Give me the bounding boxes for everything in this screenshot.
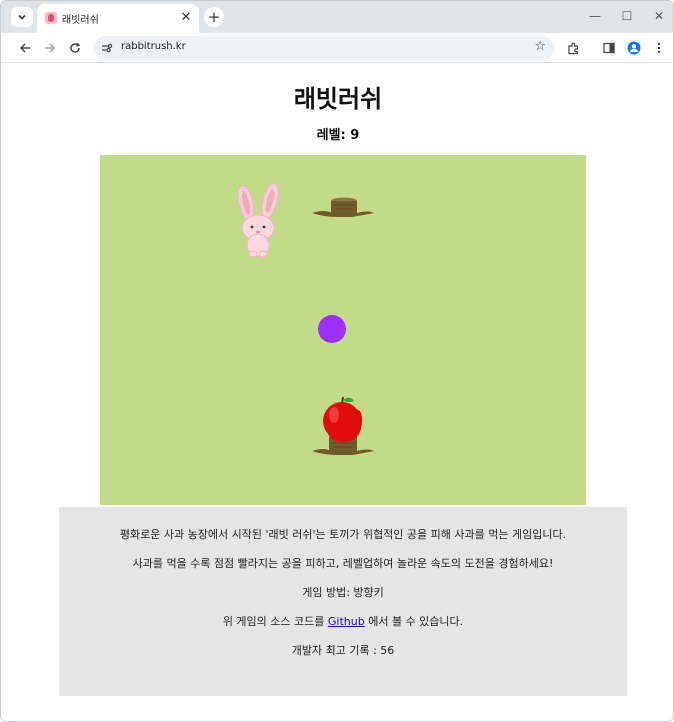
page-title: 래빗러쉬 (293, 85, 383, 113)
page-content: 래빗러쉬 레벨: 9 평화로운 사과 농장에서 시작된 '래빗 러쉬'는 토끼가… (1, 64, 673, 721)
browser-window: 래빗러쉬 ✕ + — ☐ ✕ rabbitrush.kr ☆ 래빗러쉬 레벨: … (0, 0, 674, 722)
info-description: 평화로운 사과 농장에서 시작된 '래빗 러쉬'는 토끼가 위협적인 공을 피해… (119, 528, 567, 541)
new-tab-button[interactable]: + (204, 7, 224, 27)
tree-stump-top (312, 197, 374, 217)
maximize-button[interactable]: ☐ (617, 7, 637, 25)
info-source-suffix: 에서 볼 수 있습니다. (364, 615, 464, 628)
menu-kebab-icon[interactable] (649, 38, 669, 58)
info-controls: 게임 방법: 방향키 (302, 586, 384, 599)
info-panel: 평화로운 사과 농장에서 시작된 '래빗 러쉬'는 토끼가 위협적인 공을 피해… (59, 507, 627, 696)
game-field[interactable] (100, 155, 586, 505)
back-arrow-icon (19, 43, 30, 53)
browser-tab[interactable]: 래빗러쉬 ✕ (37, 4, 199, 33)
github-link[interactable]: Github (328, 615, 365, 628)
forward-button[interactable] (40, 38, 60, 58)
tab-search-button[interactable] (11, 7, 33, 27)
info-source: 위 게임의 소스 코드를 Github 에서 볼 수 있습니다. (59, 613, 627, 629)
minimize-button[interactable]: — (585, 7, 605, 25)
site-settings-icon[interactable] (100, 41, 114, 55)
close-tab-icon[interactable]: ✕ (179, 10, 193, 25)
close-window-button[interactable]: ✕ (649, 7, 669, 25)
reload-button[interactable] (65, 38, 85, 58)
info-challenge: 사과를 먹을 수록 점점 빨라지는 공을 피하고, 레벨업하여 놀라운 속도의 … (132, 557, 554, 570)
rabbit-favicon-icon (45, 12, 57, 24)
rabbit-sprite (237, 182, 279, 258)
chevron-down-icon (18, 14, 26, 20)
apple-on-stump (312, 396, 374, 455)
profile-avatar-icon[interactable] (624, 38, 644, 58)
reload-icon (70, 42, 81, 53)
bookmark-star-icon[interactable]: ☆ (534, 39, 546, 54)
level-indicator: 레벨: 9 (1, 124, 673, 143)
browser-toolbar: rabbitrush.kr ☆ (1, 33, 673, 63)
extensions-icon[interactable] (563, 38, 583, 58)
address-bar[interactable]: rabbitrush.kr ☆ (94, 36, 554, 60)
info-source-prefix: 위 게임의 소스 코드를 (222, 615, 328, 628)
tab-title: 래빗러쉬 (62, 15, 99, 26)
back-button[interactable] (15, 38, 35, 58)
tab-strip: 래빗러쉬 ✕ + — ☐ ✕ (1, 1, 673, 33)
url-text: rabbitrush.kr (121, 41, 186, 52)
purple-ball (318, 315, 346, 343)
level-label: 레벨: (316, 128, 346, 143)
info-best-record: 개발자 최고 기록 : 56 (291, 644, 395, 657)
game-canvas (237, 182, 374, 455)
level-value: 9 (350, 128, 360, 143)
forward-arrow-icon (45, 43, 56, 53)
side-panel-icon[interactable] (599, 38, 619, 58)
